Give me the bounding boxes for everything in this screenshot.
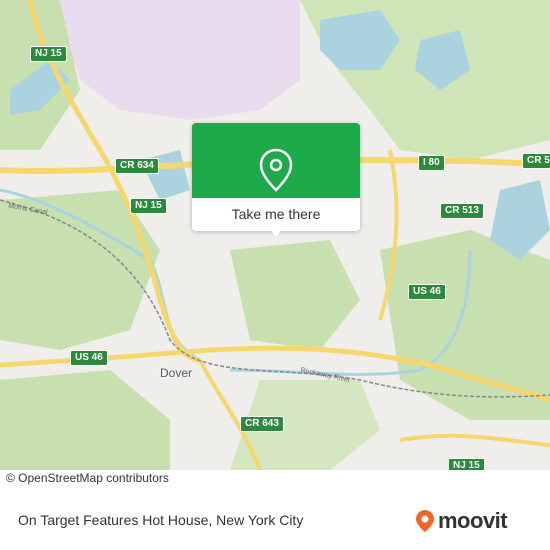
popup-header <box>192 123 360 198</box>
road-shield: NJ 15 <box>30 46 67 62</box>
road-shield: US 46 <box>408 284 446 300</box>
road-shield: NJ 15 <box>130 198 167 214</box>
road-shield: CR 513 <box>440 203 484 219</box>
location-popup: Take me there <box>192 123 360 237</box>
road-shield: I 80 <box>418 155 445 171</box>
road-shield: CR 5 <box>522 153 550 169</box>
map-view[interactable]: NJ 15 CR 634 I 80 CR 513 NJ 15 US 46 US … <box>0 0 550 470</box>
location-pin-icon <box>259 148 293 192</box>
take-me-there-button[interactable]: Take me there <box>192 198 360 231</box>
road-shield: CR 634 <box>115 158 159 174</box>
moovit-pin-icon <box>416 510 434 532</box>
footer: On Target Features Hot House, New York C… <box>0 490 550 550</box>
moovit-logo[interactable]: moovit <box>415 508 508 534</box>
road-shield: US 46 <box>70 350 108 366</box>
map-attribution[interactable]: © OpenStreetMap contributors <box>6 471 169 485</box>
brand-name: moovit <box>438 508 508 533</box>
popup-pointer <box>270 229 282 237</box>
road-shield: CR 643 <box>240 416 284 432</box>
place-label: Dover <box>160 366 193 380</box>
road-shield: NJ 15 <box>448 458 485 470</box>
place-title: On Target Features Hot House, New York C… <box>18 512 304 528</box>
